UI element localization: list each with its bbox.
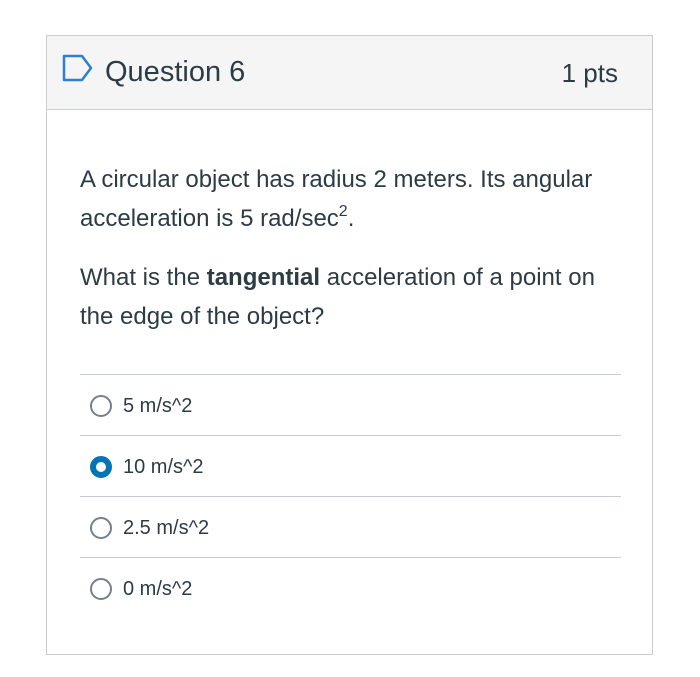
question-text: A circular object has radius 2 meters. I… bbox=[80, 160, 625, 336]
answer-option-2[interactable]: 10 m/s^2 bbox=[80, 436, 621, 497]
answer-option-1[interactable]: 5 m/s^2 bbox=[80, 375, 621, 436]
question-paragraph-1: A circular object has radius 2 meters. I… bbox=[80, 160, 625, 238]
question-header: Question 6 1 pts bbox=[47, 36, 652, 110]
question-paragraph-2: What is the tangential acceleration of a… bbox=[80, 258, 625, 336]
answer-list: 5 m/s^2 10 m/s^2 2.5 m/s^2 0 m/s^2 bbox=[80, 374, 621, 619]
question-title: Question 6 bbox=[105, 56, 246, 88]
question-superscript: 2 bbox=[338, 203, 348, 220]
radio-button-icon[interactable] bbox=[90, 578, 112, 600]
question-bold-term: tangential bbox=[206, 264, 321, 291]
radio-button-selected-icon[interactable] bbox=[90, 456, 112, 478]
flag-question-icon[interactable] bbox=[62, 54, 94, 82]
radio-button-icon[interactable] bbox=[90, 517, 112, 539]
question-card: Question 6 1 pts A circular object has r… bbox=[46, 35, 653, 655]
question-points: 1 pts bbox=[561, 58, 618, 88]
question-paragraph-1-end: . bbox=[347, 205, 355, 232]
answer-label[interactable]: 5 m/s^2 bbox=[123, 392, 192, 420]
answer-label[interactable]: 0 m/s^2 bbox=[123, 575, 192, 603]
answer-option-3[interactable]: 2.5 m/s^2 bbox=[80, 497, 621, 558]
answer-option-4[interactable]: 0 m/s^2 bbox=[80, 558, 621, 619]
question-paragraph-1-main: A circular object has radius 2 meters. I… bbox=[80, 166, 593, 232]
answer-label[interactable]: 2.5 m/s^2 bbox=[123, 514, 209, 542]
answer-label[interactable]: 10 m/s^2 bbox=[123, 453, 204, 481]
radio-button-icon[interactable] bbox=[90, 395, 112, 417]
question-paragraph-2-before: What is the bbox=[80, 264, 207, 291]
